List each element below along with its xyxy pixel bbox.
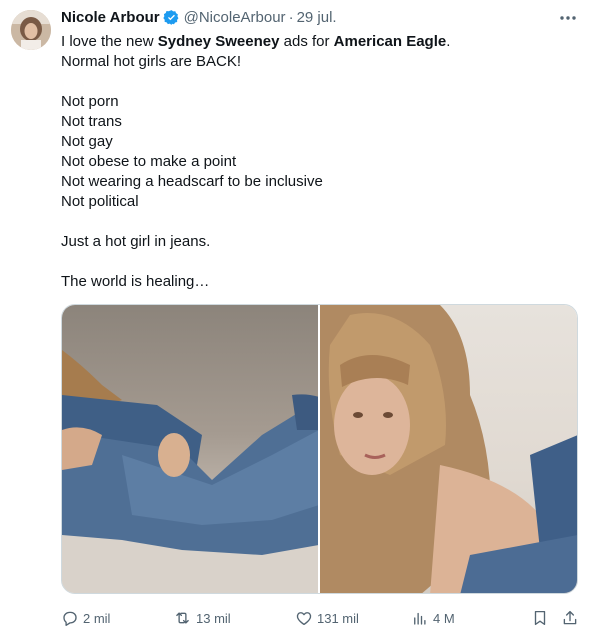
list-item: Not porn bbox=[61, 93, 119, 110]
views-count: 4 M bbox=[433, 610, 455, 626]
text-segment: ads for bbox=[279, 33, 334, 50]
share-icon bbox=[563, 610, 577, 625]
tweet-line-3: Just a hot girl in jeans. bbox=[61, 233, 211, 250]
reply-count: 2 mil bbox=[83, 610, 111, 626]
views-icon bbox=[414, 612, 426, 625]
retweet-button[interactable]: 13 mil bbox=[173, 607, 231, 629]
action-bar: 2 mil 13 mil 131 mil 4 M bbox=[61, 607, 581, 629]
media-grid bbox=[61, 304, 578, 594]
retweet-icon bbox=[176, 612, 189, 624]
list-item: Not obese to make a point bbox=[61, 153, 237, 170]
ellipsis-icon[interactable] bbox=[558, 8, 578, 33]
photo-woman-long-hair-portrait[interactable] bbox=[320, 305, 577, 593]
list-item: Not wearing a headscarf to be inclusive bbox=[61, 173, 323, 190]
reply-button[interactable]: 2 mil bbox=[61, 607, 110, 629]
tweet-header: Nicole Arbour @NicoleArbour · 29 jul. bbox=[61, 9, 337, 26]
tweet-line-2: Normal hot girls are BACK! bbox=[61, 53, 242, 70]
like-count: 131 mil bbox=[317, 610, 359, 626]
bold-name-sydney: Sydney Sweeney bbox=[157, 33, 280, 50]
heart-icon bbox=[296, 612, 312, 626]
retweet-count: 13 mil bbox=[196, 610, 231, 626]
list-item: Not gay bbox=[61, 133, 113, 150]
share-button[interactable] bbox=[561, 607, 583, 629]
avatar-image bbox=[11, 10, 51, 50]
views-button[interactable]: 4 M bbox=[411, 607, 455, 629]
verified-badge-icon[interactable] bbox=[162, 9, 180, 26]
tweet-line-1: I love the new Sydney Sweeney ads for Am… bbox=[61, 32, 581, 52]
bold-brand-american-eagle: American Eagle bbox=[333, 33, 447, 50]
photo-woman-in-denim-lying[interactable] bbox=[62, 305, 318, 593]
tweet-line-4: The world is healing… bbox=[61, 273, 210, 290]
avatar[interactable] bbox=[11, 10, 51, 50]
bookmark-button[interactable] bbox=[531, 607, 553, 629]
like-button[interactable]: 131 mil bbox=[295, 607, 359, 629]
text-segment: . bbox=[446, 33, 451, 50]
tweet-date[interactable]: 29 jul. bbox=[297, 9, 337, 26]
reply-icon bbox=[63, 611, 77, 626]
author-name[interactable]: Nicole Arbour bbox=[61, 9, 160, 26]
list-item: Not political bbox=[61, 193, 139, 210]
list-item: Not trans bbox=[61, 113, 122, 130]
bookmark-icon bbox=[534, 610, 546, 626]
author-handle[interactable]: @NicoleArbour bbox=[184, 9, 286, 26]
tweet-text: I love the new Sydney Sweeney ads for Am… bbox=[61, 32, 581, 292]
meta-separator: · bbox=[288, 9, 294, 26]
text-segment: I love the new bbox=[61, 33, 158, 50]
